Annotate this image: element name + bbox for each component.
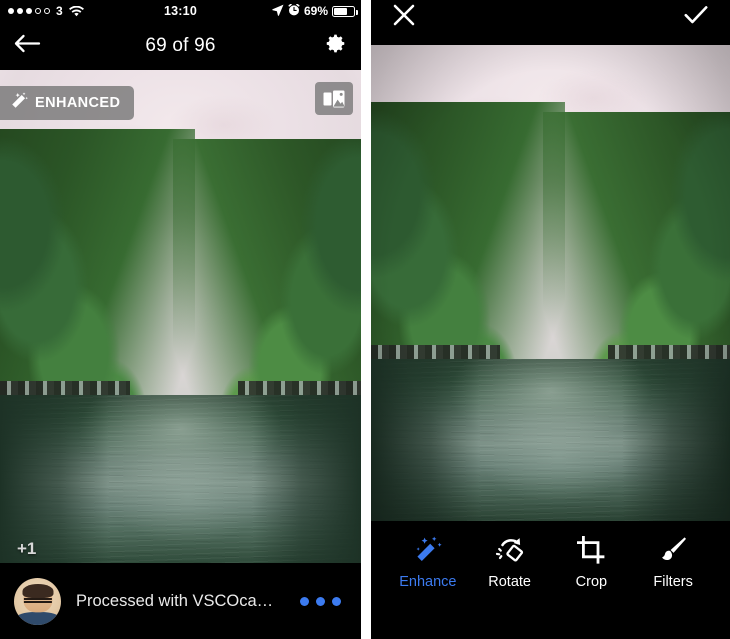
photo-caption: Processed with VSCOcam wit… bbox=[76, 591, 284, 610]
tool-filters[interactable]: Filters bbox=[637, 535, 709, 590]
brush-icon bbox=[659, 535, 687, 565]
location-arrow-icon bbox=[272, 4, 284, 19]
back-button[interactable] bbox=[13, 34, 41, 59]
tool-label: Rotate bbox=[488, 574, 531, 590]
avatar[interactable] bbox=[14, 577, 61, 625]
magic-wand-icon bbox=[413, 535, 443, 565]
tool-label: Filters bbox=[653, 574, 693, 590]
more-dots-icon[interactable] bbox=[294, 591, 347, 612]
editor-top-bar bbox=[371, 0, 730, 35]
status-bar-right: 69% bbox=[272, 3, 358, 19]
enhanced-badge[interactable]: ENHANCED bbox=[0, 86, 135, 120]
right-panel-photo-editor: Enhance Rotate Crop Filters bbox=[371, 0, 730, 639]
tool-enhance[interactable]: Enhance bbox=[392, 535, 464, 590]
alarm-clock-icon bbox=[288, 3, 300, 19]
tool-label: Crop bbox=[575, 574, 608, 590]
tool-label: Enhance bbox=[399, 574, 457, 590]
editor-photo-canvas[interactable] bbox=[371, 45, 730, 521]
photo-canvas[interactable]: ENHANCED +1 bbox=[0, 70, 361, 563]
checkmark-icon[interactable] bbox=[684, 5, 708, 30]
close-x-icon[interactable] bbox=[393, 4, 415, 31]
rotate-icon bbox=[495, 535, 525, 565]
page-title: 69 of 96 bbox=[145, 35, 216, 56]
battery-percent-label: 69% bbox=[303, 4, 328, 18]
enhanced-badge-label: ENHANCED bbox=[35, 95, 121, 111]
photo-stack-icon[interactable] bbox=[315, 82, 353, 115]
tool-crop[interactable]: Crop bbox=[555, 535, 627, 590]
editor-toolbar: Enhance Rotate Crop Filters bbox=[371, 521, 730, 639]
crop-icon bbox=[577, 535, 605, 565]
status-bar: 3 13:10 69% bbox=[0, 0, 361, 22]
battery-icon bbox=[332, 5, 358, 17]
caption-bar: Processed with VSCOcam wit… bbox=[0, 563, 361, 639]
gear-icon[interactable] bbox=[324, 32, 347, 60]
additional-photos-count: +1 bbox=[17, 539, 37, 558]
left-nav-bar: 69 of 96 bbox=[0, 22, 361, 70]
vignette-overlay bbox=[371, 45, 730, 521]
magic-wand-icon bbox=[9, 91, 28, 115]
tool-rotate[interactable]: Rotate bbox=[474, 535, 546, 590]
canal-water bbox=[0, 395, 361, 563]
screenshot-root: 3 13:10 69% 69 of 96 ENHANCED +1 Process… bbox=[0, 0, 730, 639]
left-panel-photo-viewer: 3 13:10 69% 69 of 96 ENHANCED +1 Process… bbox=[0, 0, 361, 639]
editor-photo-frame bbox=[371, 35, 730, 521]
